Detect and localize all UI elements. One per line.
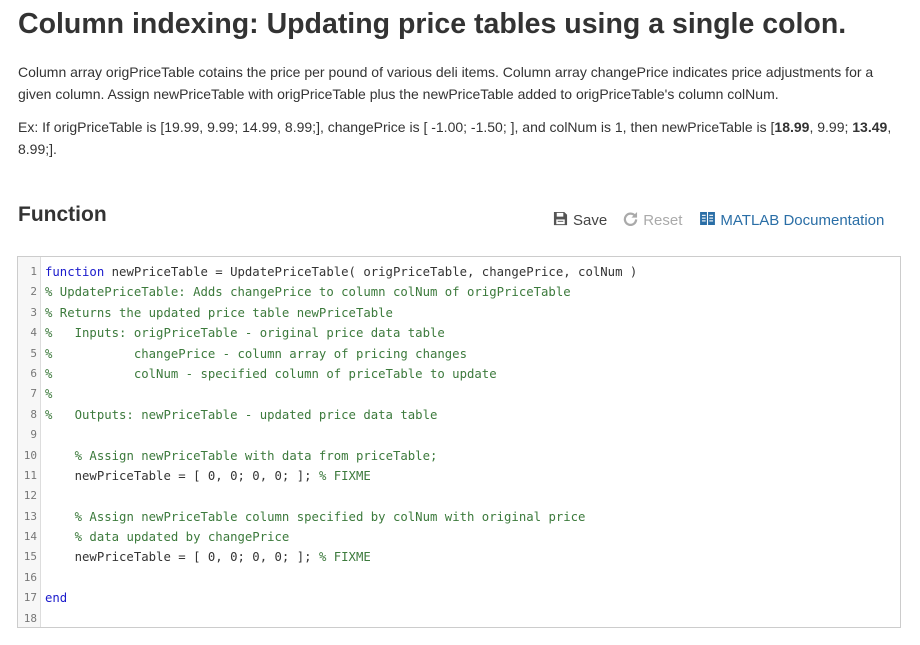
code-line[interactable]: 11 newPriceTable = [ 0, 0; 0, 0; ]; % FI… [18, 466, 900, 486]
code-token: newPriceTable = [ 0, 0; 0, 0; ]; [45, 550, 319, 565]
comment-token: % Assign newPriceTable with data from pr… [74, 448, 438, 463]
code-text: % colNum - specified column of priceTabl… [45, 364, 497, 384]
line-number: 1 [30, 265, 37, 278]
code-line[interactable]: 1 function newPriceTable = UpdatePriceTab… [18, 262, 900, 282]
line-number: 16 [23, 570, 37, 584]
line-number: 17 [23, 591, 37, 605]
code-line[interactable]: 18 [18, 609, 900, 627]
line-number: 11 [23, 468, 37, 482]
code-text: % Assign newPriceTable with data from pr… [45, 446, 438, 466]
line-number: 7 [30, 387, 37, 401]
code-line[interactable]: 17 end [18, 588, 900, 608]
comment-token: % Inputs: origPriceTable - original pric… [45, 326, 445, 341]
example-result-1: 18.99 [774, 119, 810, 135]
editor-toolbar: Save Reset MATLAB Documentation [553, 211, 884, 230]
comment-token: % colNum - specified column of priceTabl… [45, 366, 497, 381]
example-prefix: Ex: If origPriceTable is [19.99, 9.99; 1… [18, 119, 775, 135]
keyword-token: end [45, 591, 68, 606]
line-number: 15 [23, 550, 37, 564]
line-number: 4 [30, 326, 37, 340]
code-text: function newPriceTable = UpdatePriceTabl… [45, 262, 637, 282]
line-number: 6 [30, 366, 37, 380]
code-line[interactable]: 5 % changePrice - column array of pricing… [18, 344, 900, 364]
code-line[interactable]: 13 % Assign newPriceTable column specifi… [18, 507, 900, 527]
save-button[interactable]: Save [553, 211, 607, 230]
code-line[interactable]: 9 [18, 425, 900, 445]
keyword-token: function [45, 265, 105, 279]
function-heading: Function [18, 203, 107, 226]
code-line[interactable]: 2 % UpdatePriceTable: Adds changePrice to… [18, 282, 900, 302]
line-number: 12 [23, 489, 37, 503]
code-line[interactable]: 10 % Assign newPriceTable with data from… [18, 446, 900, 466]
code-text: % Returns the updated price table newPri… [45, 303, 393, 323]
code-line[interactable]: 14 % data updated by changePrice [18, 527, 900, 547]
comment-token: % Outputs: newPriceTable - updated price… [45, 407, 438, 422]
code-token: newPriceTable = [ 0, 0; 0, 0; ]; [45, 468, 319, 483]
code-line[interactable]: 7% [18, 384, 900, 404]
code-text: end [45, 588, 67, 608]
line-number: 8 [30, 407, 37, 421]
code-line[interactable]: 3 % Returns the updated price table newPr… [18, 303, 900, 323]
code-text: % Assign newPriceTable column specified … [45, 507, 586, 527]
code-line[interactable]: 8 % Outputs: newPriceTable - updated pric… [18, 405, 900, 425]
line-number: 14 [23, 530, 37, 544]
comment-token: % UpdatePriceTable: Adds changePrice to … [45, 285, 571, 300]
code-token: newPriceTable = UpdatePriceTable( origPr… [104, 265, 638, 279]
code-text: % Outputs: newPriceTable - updated price… [45, 405, 437, 425]
line-number: 2 [30, 285, 37, 299]
code-text: newPriceTable = [ 0, 0; 0, 0; ]; % FIXME [45, 547, 371, 567]
code-text: % data updated by changePrice [45, 527, 290, 547]
reload-icon [623, 211, 638, 230]
code-text: newPriceTable = [ 0, 0; 0, 0; ]; % FIXME [45, 466, 371, 486]
comment-token: % Assign newPriceTable column specified … [74, 509, 586, 524]
comment-token: % FIXME [318, 468, 371, 483]
comment-token: % FIXME [318, 550, 371, 565]
line-number: 18 [23, 611, 37, 625]
problem-description: Column array origPriceTable cotains the … [18, 64, 874, 102]
code-lines: 1 function newPriceTable = UpdatePriceTab… [18, 262, 900, 627]
book-icon [700, 212, 716, 229]
reset-button[interactable]: Reset [623, 211, 682, 230]
code-line[interactable]: 6 % colNum - specified column of priceTab… [18, 364, 900, 384]
line-number: 3 [30, 305, 37, 319]
reset-label: Reset [643, 212, 683, 229]
comment-token: % data updated by changePrice [74, 530, 290, 545]
line-number: 9 [30, 428, 37, 442]
page-title: Column indexing: Updating price tables u… [18, 8, 847, 40]
code-text: % Inputs: origPriceTable - original pric… [45, 323, 445, 343]
line-number: 10 [23, 448, 37, 462]
line-number: 13 [23, 509, 37, 523]
example-text: Ex: If origPriceTable is [19.99, 9.99; 1… [18, 116, 898, 160]
code-text: % UpdatePriceTable: Adds changePrice to … [45, 282, 571, 302]
code-text: % changePrice - column array of pricing … [45, 344, 467, 364]
code-line[interactable]: 16 [18, 568, 900, 588]
matlab-documentation-link[interactable]: MATLAB Documentation [700, 212, 884, 229]
code-line[interactable]: 4 % Inputs: origPriceTable - original pri… [18, 323, 900, 343]
docs-label: MATLAB Documentation [720, 212, 885, 229]
line-number: 5 [30, 346, 37, 360]
example-mid: , 9.99; [809, 119, 853, 135]
comment-token: % [45, 387, 53, 402]
example-result-2: 13.49 [852, 119, 888, 135]
comment-token: % Returns the updated price table newPri… [45, 305, 393, 320]
code-text: % [45, 384, 52, 404]
code-line[interactable]: 12 [18, 486, 900, 506]
save-label: Save [573, 212, 608, 229]
code-line[interactable]: 15 newPriceTable = [ 0, 0; 0, 0; ]; % FI… [18, 547, 900, 567]
comment-token: % changePrice - column array of pricing … [45, 346, 467, 361]
code-editor[interactable]: 1 function newPriceTable = UpdatePriceTab… [17, 256, 901, 628]
floppy-disk-icon [553, 211, 568, 230]
